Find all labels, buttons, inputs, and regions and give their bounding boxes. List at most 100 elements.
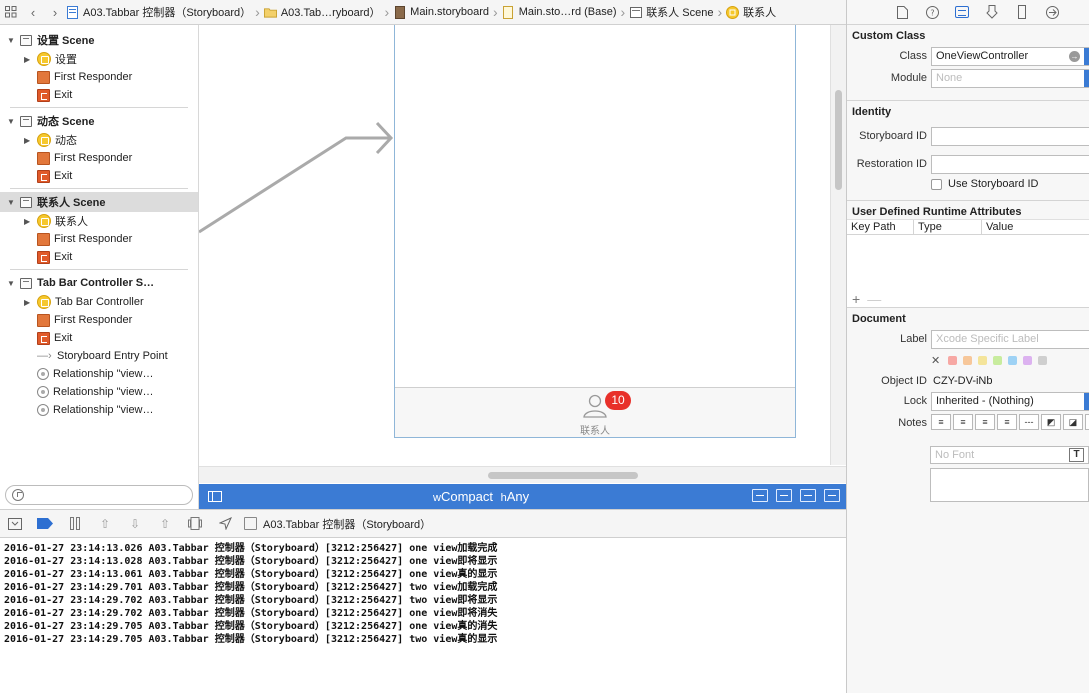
disclosure-triangle-icon[interactable]: ▼ (7, 279, 17, 288)
attributes-inspector-icon[interactable] (983, 4, 1001, 20)
hide-debug-area-icon[interactable] (0, 509, 30, 538)
file-inspector-icon[interactable] (893, 4, 911, 20)
step-out-icon[interactable]: ⇧ (150, 509, 180, 538)
align-icon[interactable] (776, 489, 792, 502)
go-to-class-icon[interactable]: → (1069, 51, 1080, 62)
view-hierarchy-icon[interactable] (180, 509, 210, 538)
align-right-icon[interactable]: ≡ (975, 414, 995, 430)
restoration-id-field[interactable] (931, 155, 1089, 174)
more-options-icon[interactable]: … (1085, 414, 1089, 430)
outline-item-exit[interactable]: Exit (0, 248, 198, 266)
outline-item-first-responder[interactable]: First Responder (0, 311, 198, 329)
pin-icon[interactable] (800, 489, 816, 502)
outline-item-view-controller[interactable]: ▶ 设置 (0, 50, 198, 68)
notes-textarea[interactable] (930, 468, 1089, 502)
lock-select[interactable]: Inherited - (Nothing) (931, 392, 1089, 411)
color-swatch-yellow[interactable] (978, 356, 988, 365)
lock-dropdown-button[interactable] (1084, 393, 1089, 410)
outline-scene-settings[interactable]: ▼ 设置 Scene (0, 30, 198, 50)
console-output[interactable]: 2016-01-27 23:14:13.026 A03.Tabbar 控制器（S… (0, 539, 846, 693)
class-field[interactable]: OneViewController → (931, 47, 1089, 66)
background-color-icon[interactable]: ◪ (1063, 414, 1083, 430)
label-field[interactable]: Xcode Specific Label (931, 330, 1089, 349)
storyboard-id-field[interactable] (931, 127, 1089, 146)
justify-icon[interactable]: ≡ (997, 414, 1017, 430)
disclosure-triangle-icon[interactable]: ▼ (7, 36, 17, 45)
tab-bar[interactable]: 10 联系人 (395, 387, 795, 437)
quick-help-icon[interactable]: ? (923, 4, 941, 20)
color-swatch-green[interactable] (993, 356, 1003, 365)
color-swatch-red[interactable] (948, 356, 958, 365)
step-into-icon[interactable]: ⇩ (120, 509, 150, 538)
tab-item-label[interactable]: 联系人 (395, 422, 795, 437)
breadcrumb-scene[interactable]: 联系人 Scene (629, 4, 715, 20)
connections-inspector-icon[interactable] (1043, 4, 1061, 20)
resolve-issues-icon[interactable] (824, 489, 840, 502)
outline-scene-dynamic[interactable]: ▼ 动态 Scene (0, 111, 198, 131)
outline-item-relationship[interactable]: Relationship "view… (0, 401, 198, 419)
breadcrumb-view-controller[interactable]: 联系人 (726, 4, 778, 20)
module-field[interactable]: None (931, 69, 1089, 88)
clear-color-icon[interactable]: ✕ (931, 354, 940, 367)
color-swatch-purple[interactable] (1023, 356, 1033, 365)
size-class-selector[interactable]: wCompact hAny (433, 489, 529, 504)
disclosure-triangle-icon[interactable]: ▶ (24, 298, 34, 307)
color-swatch-orange[interactable] (963, 356, 973, 365)
align-left-icon[interactable]: ≡ (931, 414, 951, 430)
breadcrumb-base-file[interactable]: Main.sto…rd (Base) (502, 5, 619, 19)
outline-filter-field[interactable] (5, 485, 193, 505)
view-controller-scene-frame[interactable]: 10 联系人 (394, 25, 796, 438)
disclosure-triangle-icon[interactable]: ▶ (24, 136, 34, 145)
module-dropdown-button[interactable] (1084, 70, 1089, 87)
back-arrow-icon[interactable]: ‹ (22, 0, 44, 24)
size-inspector-icon[interactable] (1013, 4, 1031, 20)
outline-item-view-controller[interactable]: ▶ 联系人 (0, 212, 198, 230)
column-header-key-path[interactable]: Key Path (847, 220, 914, 234)
runtime-attributes-table[interactable] (847, 235, 1089, 291)
align-center-icon[interactable]: ≡ (953, 414, 973, 430)
column-header-value[interactable]: Value (982, 220, 1089, 234)
relationship-segue-arrow[interactable] (199, 25, 399, 245)
outline-item-first-responder[interactable]: First Responder (0, 149, 198, 167)
use-storyboard-id-checkbox[interactable]: Use Storyboard ID (931, 178, 1038, 190)
related-items-icon[interactable] (0, 0, 22, 24)
remove-attribute-button[interactable]: — (867, 291, 881, 307)
outline-item-relationship[interactable]: Relationship "view… (0, 365, 198, 383)
simulate-location-icon[interactable] (210, 509, 240, 538)
color-swatch-blue[interactable] (1008, 356, 1018, 365)
outline-item-entry-point[interactable]: —› Storyboard Entry Point (0, 347, 198, 365)
outline-scene-tab-bar-controller[interactable]: ▼ Tab Bar Controller S… (0, 273, 198, 293)
identity-inspector-icon[interactable] (953, 4, 971, 20)
forward-arrow-icon[interactable]: › (44, 0, 66, 24)
hide-outline-icon[interactable] (208, 491, 222, 502)
disclosure-triangle-icon[interactable]: ▼ (7, 198, 17, 207)
add-attribute-button[interactable]: + (852, 291, 860, 307)
notes-font-field[interactable]: No Font T (930, 446, 1089, 464)
outline-item-relationship[interactable]: Relationship "view… (0, 383, 198, 401)
class-dropdown-button[interactable] (1084, 48, 1089, 65)
breadcrumb-folder[interactable]: A03.Tab…ryboard） (263, 4, 383, 20)
text-color-icon[interactable]: ◩ (1041, 414, 1061, 430)
storyboard-canvas[interactable]: 10 联系人 (199, 25, 846, 484)
disclosure-triangle-icon[interactable]: ▶ (24, 55, 34, 64)
outline-scene-contacts[interactable]: ▼ 联系人 Scene (0, 192, 198, 212)
checkbox-box[interactable] (931, 178, 942, 190)
stack-icon[interactable] (752, 489, 768, 502)
natural-align-icon[interactable]: --- (1019, 414, 1039, 430)
outline-item-tab-bar-controller[interactable]: ▶ Tab Bar Controller (0, 293, 198, 311)
debug-process-breadcrumb[interactable]: A03.Tabbar 控制器（Storyboard） (244, 516, 431, 532)
outline-item-view-controller[interactable]: ▶ 动态 (0, 131, 198, 149)
disclosure-triangle-icon[interactable]: ▼ (7, 117, 17, 126)
disclosure-triangle-icon[interactable]: ▶ (24, 217, 34, 226)
canvas-vertical-scrollbar[interactable] (835, 90, 842, 190)
column-header-type[interactable]: Type (914, 220, 982, 234)
font-picker-icon[interactable]: T (1069, 448, 1084, 462)
outline-item-first-responder[interactable]: First Responder (0, 230, 198, 248)
canvas-horizontal-scrollbar[interactable] (488, 472, 638, 479)
breadcrumb-storyboard[interactable]: Main.storyboard (393, 5, 491, 19)
breakpoints-icon[interactable] (30, 509, 60, 538)
pause-icon[interactable] (60, 509, 90, 538)
outline-item-first-responder[interactable]: First Responder (0, 68, 198, 86)
outline-item-exit[interactable]: Exit (0, 167, 198, 185)
step-over-icon[interactable]: ⇧ (90, 509, 120, 538)
